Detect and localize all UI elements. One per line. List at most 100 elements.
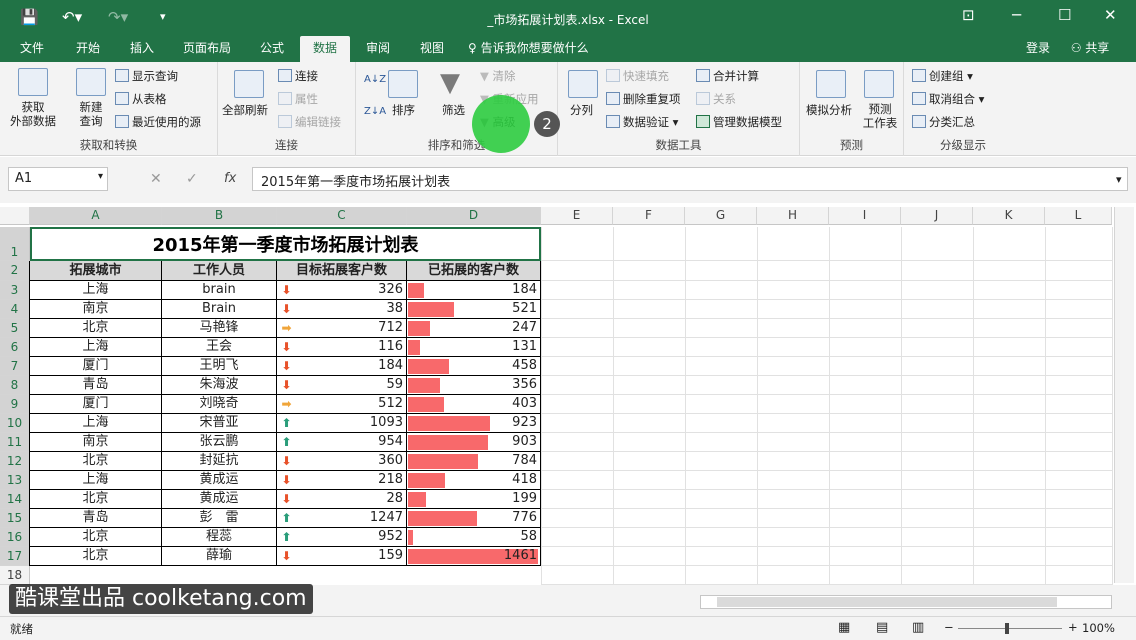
target-cell[interactable]: ⬇ 38 [277,300,407,319]
target-cell[interactable]: ⬆ 1247 [277,509,407,528]
city-cell[interactable]: 上海 [30,338,162,357]
clear-button[interactable]: ▼ 清除 [480,68,516,84]
row-header-10[interactable]: 10 [0,414,30,433]
zoom-in-icon[interactable]: + [1068,620,1078,634]
name-box[interactable]: A1 ▾ [8,167,108,191]
city-cell[interactable]: 南京 [30,300,162,319]
tell-me-box[interactable]: ♀ 告诉我你想要做什么 [468,36,608,62]
zoom-slider[interactable] [958,628,1062,629]
row-header-4[interactable]: 4 [0,300,30,319]
city-cell[interactable]: 青岛 [30,376,162,395]
new-query-button[interactable]: 新建 查询 [70,100,112,128]
refresh-all-button[interactable]: 全部刷新 [222,102,268,118]
row-header-6[interactable]: 6 [0,338,30,357]
person-cell[interactable]: 黄成运 [162,471,277,490]
done-cell[interactable]: 458 [407,357,541,376]
close-icon[interactable]: ✕ [1104,6,1117,24]
sheet-title-cell[interactable]: 2015年第一季度市场拓展计划表 [30,227,541,261]
column-header-d[interactable]: D [407,207,541,225]
filter-button[interactable]: 筛选 [442,102,465,118]
relationships-button[interactable]: 关系 [696,91,736,107]
tab-page-layout[interactable]: 页面布局 [176,36,238,62]
target-cell[interactable]: ⬇ 326 [277,281,407,300]
from-table-button[interactable]: 从表格 [115,91,167,107]
city-cell[interactable]: 北京 [30,547,162,566]
row-header-12[interactable]: 12 [0,452,30,471]
horizontal-scrollbar[interactable] [700,595,1112,609]
row-header-18[interactable]: 18 [0,566,30,585]
city-cell[interactable]: 厦门 [30,357,162,376]
page-break-icon[interactable]: ▥ [912,620,924,635]
tab-review[interactable]: 审阅 [358,36,398,62]
connections-button[interactable]: 连接 [278,68,318,84]
target-cell[interactable]: ⬆ 954 [277,433,407,452]
row-header-8[interactable]: 8 [0,376,30,395]
sort-button[interactable]: 排序 [392,102,415,118]
scrollbar-thumb[interactable] [717,597,1057,607]
target-cell[interactable]: ⬆ 1093 [277,414,407,433]
column-header-f[interactable]: F [613,207,685,225]
done-cell[interactable]: 356 [407,376,541,395]
city-cell[interactable]: 上海 [30,414,162,433]
row-header-5[interactable]: 5 [0,319,30,338]
get-external-data-button[interactable]: 获取 外部数据 [4,100,62,128]
city-cell[interactable]: 北京 [30,490,162,509]
person-cell[interactable]: 宋普亚 [162,414,277,433]
flash-fill-button[interactable]: 快速填充 [606,68,669,84]
city-cell[interactable]: 北京 [30,319,162,338]
done-cell[interactable]: 247 [407,319,541,338]
column-header-e[interactable]: E [541,207,613,225]
person-cell[interactable]: 马艳锋 [162,319,277,338]
maximize-icon[interactable]: ☐ [1058,6,1071,24]
person-cell[interactable]: brain [162,281,277,300]
zoom-slider-thumb[interactable] [1005,623,1009,634]
tab-data[interactable]: 数据 [300,36,350,62]
done-cell[interactable]: 184 [407,281,541,300]
person-cell[interactable]: 王会 [162,338,277,357]
person-cell[interactable]: 黄成运 [162,490,277,509]
city-cell[interactable]: 北京 [30,452,162,471]
normal-view-icon[interactable]: ▦ [838,620,850,635]
tab-home[interactable]: 开始 [68,36,108,62]
row-header-16[interactable]: 16 [0,528,30,547]
person-cell[interactable]: 程蕊 [162,528,277,547]
header-cell[interactable]: 拓展城市 [30,261,162,281]
tab-file[interactable]: 文件 [12,36,52,62]
city-cell[interactable]: 厦门 [30,395,162,414]
group-button[interactable]: 创建组 ▾ [912,68,973,84]
column-header-b[interactable]: B [162,207,277,225]
row-header-3[interactable]: 3 [0,281,30,300]
column-header-l[interactable]: L [1045,207,1112,225]
row-header-14[interactable]: 14 [0,490,30,509]
column-header-a[interactable]: A [30,207,162,225]
city-cell[interactable]: 南京 [30,433,162,452]
tab-view[interactable]: 视图 [412,36,452,62]
column-header-h[interactable]: H [757,207,829,225]
row-header-2[interactable]: 2 [0,261,30,281]
done-cell[interactable]: 1461 [407,547,541,566]
person-cell[interactable]: 张云鹏 [162,433,277,452]
text-to-columns-button[interactable]: 分列 [570,102,593,118]
done-cell[interactable]: 521 [407,300,541,319]
tab-formulas[interactable]: 公式 [252,36,292,62]
column-header-k[interactable]: K [973,207,1045,225]
select-all-corner[interactable] [0,207,30,225]
target-cell[interactable]: ➡ 512 [277,395,407,414]
show-queries-button[interactable]: 显示查询 [115,68,178,84]
target-cell[interactable]: ⬇ 28 [277,490,407,509]
target-cell[interactable]: ⬆ 952 [277,528,407,547]
row-header-13[interactable]: 13 [0,471,30,490]
row-header-1[interactable]: 1 [0,227,30,261]
ungroup-button[interactable]: 取消组合 ▾ [912,91,984,107]
target-cell[interactable]: ⬇ 59 [277,376,407,395]
minimize-icon[interactable]: ─ [1012,6,1021,24]
person-cell[interactable]: 刘晓奇 [162,395,277,414]
properties-button[interactable]: 属性 [278,91,318,107]
target-cell[interactable]: ⬇ 116 [277,338,407,357]
done-cell[interactable]: 131 [407,338,541,357]
target-cell[interactable]: ➡ 712 [277,319,407,338]
login-link[interactable]: 登录 [1020,36,1056,62]
person-cell[interactable]: 彭 雷 [162,509,277,528]
column-header-i[interactable]: I [829,207,901,225]
row-header-9[interactable]: 9 [0,395,30,414]
